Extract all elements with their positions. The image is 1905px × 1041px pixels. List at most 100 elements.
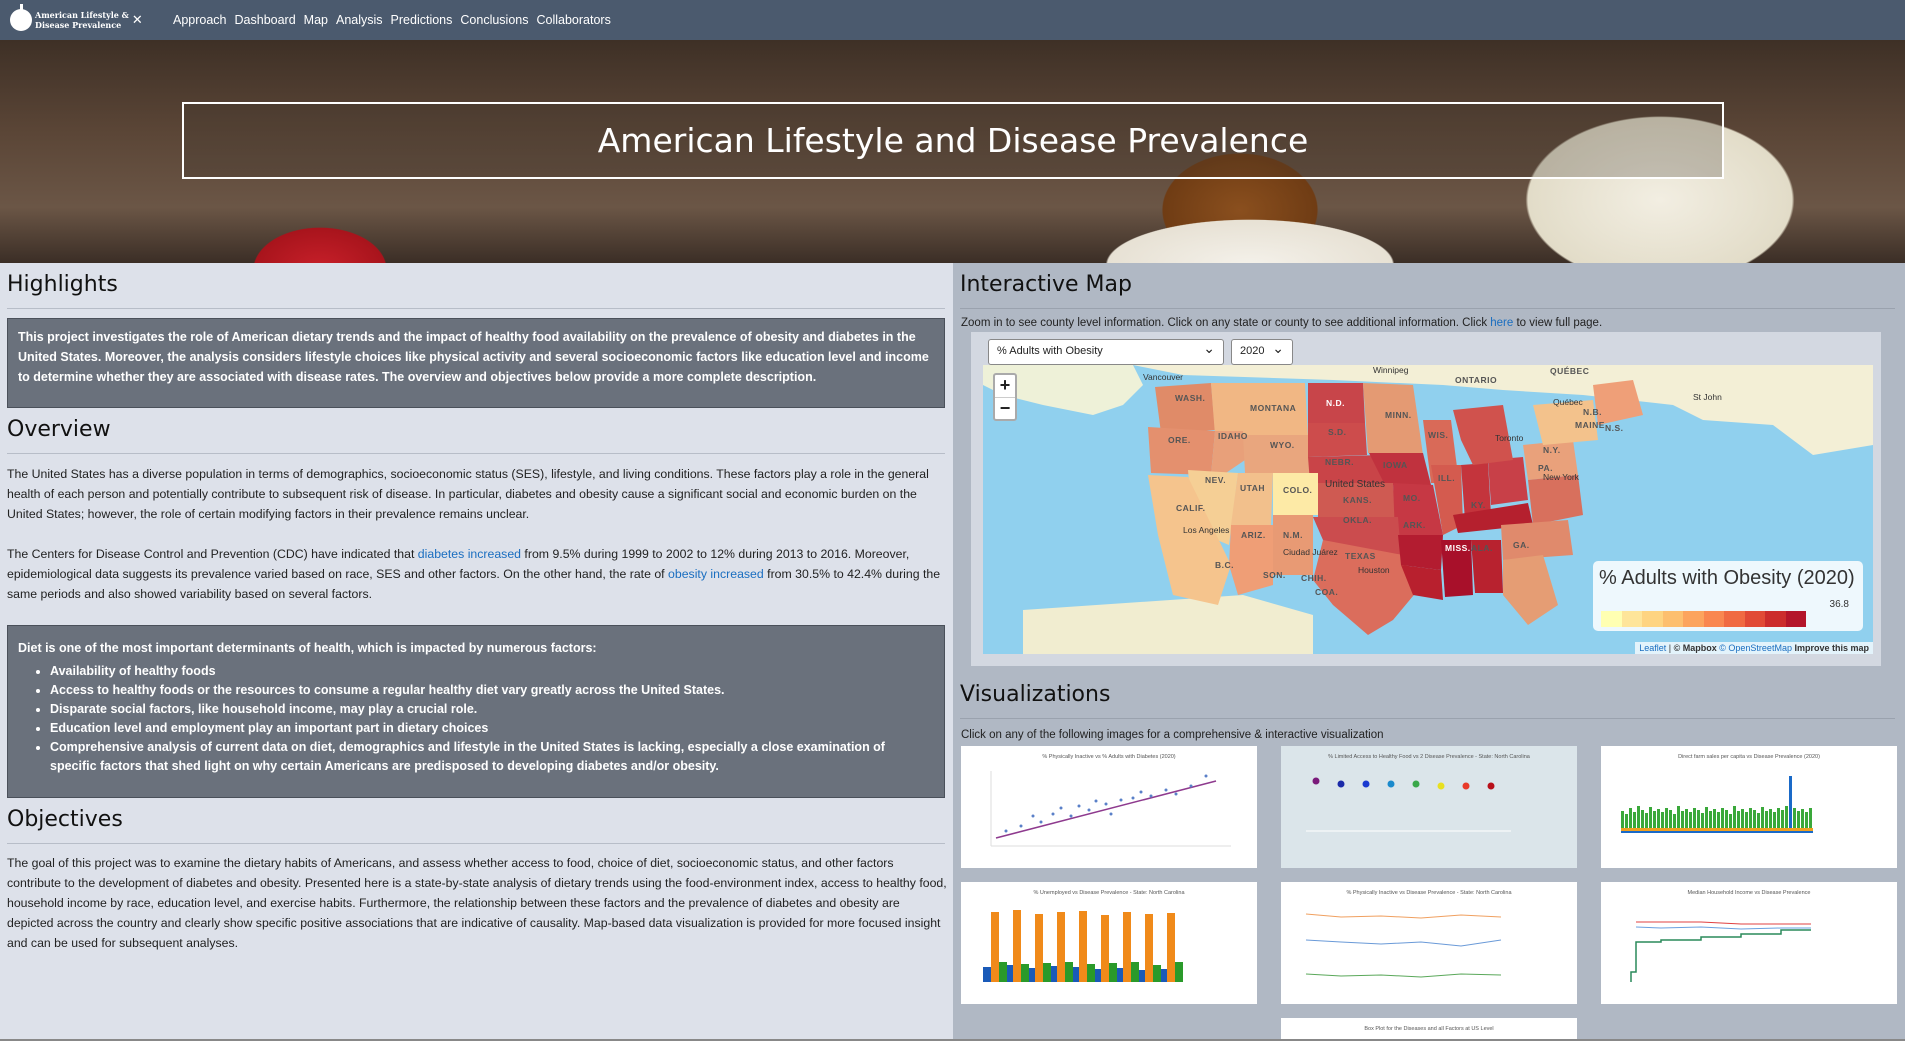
map-attribution: Leaflet | © Mapbox © OpenStreetMap Impro… bbox=[1635, 642, 1873, 654]
dot-thumb bbox=[1306, 777, 1511, 832]
diet-item: Disparate social factors, like household… bbox=[50, 700, 934, 719]
legend-color-scale bbox=[1601, 611, 1806, 627]
divider bbox=[7, 308, 945, 309]
legend-swatch bbox=[1703, 611, 1724, 627]
metric-select-value: % Adults with Obesity bbox=[997, 345, 1103, 357]
utensils-icon: ✕ bbox=[131, 12, 143, 27]
map-label: IDAHO bbox=[1218, 431, 1248, 441]
nav-dashboard[interactable]: Dashboard bbox=[235, 13, 296, 27]
zoom-out-button[interactable]: − bbox=[995, 397, 1015, 419]
highlights-text: This project investigates the role of Am… bbox=[18, 330, 929, 384]
map-city: Winnipeg bbox=[1373, 365, 1409, 375]
overview-heading: Overview bbox=[7, 417, 111, 442]
divider bbox=[960, 718, 1895, 719]
map-label: MINN. bbox=[1385, 410, 1412, 420]
viz-thumb-inactive-prevalence[interactable]: % Physically Inactive vs Disease Prevale… bbox=[1281, 882, 1577, 1004]
year-select-value: 2020 bbox=[1240, 345, 1265, 357]
map-label: UTAH bbox=[1240, 483, 1265, 493]
brand-line-1: American Lifestyle & bbox=[35, 10, 129, 20]
diet-item: Access to healthy foods or the resources… bbox=[50, 681, 934, 700]
brand-logo[interactable]: American Lifestyle & Disease Prevalence … bbox=[10, 4, 160, 35]
diet-list: Availability of healthy foods Access to … bbox=[50, 662, 934, 776]
nav-approach[interactable]: Approach bbox=[173, 13, 227, 27]
step-thumb bbox=[1630, 921, 1811, 982]
state-nc-sc[interactable] bbox=[1501, 520, 1573, 560]
map-city: Houston bbox=[1358, 565, 1390, 575]
zoom-control: + − bbox=[993, 373, 1017, 421]
nav-analysis[interactable]: Analysis bbox=[336, 13, 383, 27]
map-label: WIS. bbox=[1428, 430, 1449, 440]
state-utah[interactable] bbox=[1231, 473, 1273, 525]
overview-text: The Centers for Disease Control and Prev… bbox=[7, 547, 418, 561]
state-va[interactable] bbox=[1528, 475, 1583, 525]
nav-predictions[interactable]: Predictions bbox=[391, 13, 453, 27]
state-ohio[interactable] bbox=[1488, 457, 1528, 505]
map-label: ARIZ. bbox=[1241, 530, 1266, 540]
map-legend: % Adults with Obesity (2020) 36.8 bbox=[1593, 561, 1863, 631]
state-ark[interactable] bbox=[1398, 535, 1443, 570]
nav-conclusions[interactable]: Conclusions bbox=[460, 13, 528, 27]
nav-collaborators[interactable]: Collaborators bbox=[536, 13, 610, 27]
improve-map-link[interactable]: Improve this map bbox=[1794, 643, 1869, 653]
legend-swatch bbox=[1724, 611, 1745, 627]
overview-paragraph-1: The United States has a diverse populati… bbox=[7, 467, 929, 521]
map-instructions-text: to view full page. bbox=[1513, 317, 1603, 329]
legend-max: 36.8 bbox=[1829, 599, 1849, 610]
state-ga-fla[interactable] bbox=[1503, 555, 1558, 625]
year-select[interactable]: 2020 bbox=[1231, 339, 1293, 365]
zoom-in-button[interactable]: + bbox=[995, 375, 1015, 397]
viz-thumb-farm-sales[interactable]: Direct farm sales per capita vs Disease … bbox=[1601, 746, 1897, 868]
diet-heading: Diet is one of the most important determ… bbox=[18, 641, 597, 655]
legend-swatch bbox=[1785, 611, 1806, 627]
obesity-increased-link[interactable]: obesity increased bbox=[668, 567, 764, 581]
map-label: KY. bbox=[1471, 500, 1486, 510]
metric-select[interactable]: % Adults with Obesity bbox=[988, 339, 1224, 365]
map-instructions: Zoom in to see county level information.… bbox=[961, 313, 1891, 333]
map-label: NEBR. bbox=[1325, 457, 1354, 467]
map-label: QUÉBEC bbox=[1550, 366, 1590, 376]
left-column: Highlights This project investigates the… bbox=[0, 263, 953, 1041]
choropleth-map[interactable]: WASH. MONTANA N.D. MINN. ORE. IDAHO WYO.… bbox=[983, 365, 1873, 654]
viz-thumb-inactive-diabetes[interactable]: % Physically Inactive vs % Adults with D… bbox=[961, 746, 1257, 868]
state-nm[interactable] bbox=[1273, 515, 1313, 575]
map-label: S.D. bbox=[1328, 427, 1347, 437]
mapbox-credit[interactable]: © Mapbox bbox=[1674, 643, 1717, 653]
map-label: N.B. bbox=[1583, 407, 1602, 417]
map-label: WYO. bbox=[1270, 440, 1295, 450]
map-label: MAINE bbox=[1575, 420, 1605, 430]
overview-paragraph-2: The Centers for Disease Control and Prev… bbox=[7, 544, 947, 604]
legend-swatch bbox=[1683, 611, 1704, 627]
visualizations-subtitle: Click on any of the following images for… bbox=[961, 729, 1384, 741]
divider bbox=[7, 453, 945, 454]
objectives-heading: Objectives bbox=[7, 807, 123, 832]
map-city: Vancouver bbox=[1143, 372, 1184, 382]
full-page-link[interactable]: here bbox=[1490, 317, 1513, 329]
nav-map[interactable]: Map bbox=[304, 13, 328, 27]
map-label: KANS. bbox=[1343, 495, 1372, 505]
map-label: IOWA bbox=[1383, 460, 1408, 470]
diabetes-increased-link[interactable]: diabetes increased bbox=[418, 547, 521, 561]
brand-text: American Lifestyle & Disease Prevalence bbox=[35, 10, 129, 30]
viz-thumb-box-plot[interactable]: Box Plot for the Diseases and all Factor… bbox=[1281, 1018, 1577, 1041]
diet-item: Comprehensive analysis of current data o… bbox=[50, 738, 934, 776]
state-wash[interactable] bbox=[1155, 383, 1215, 433]
map-label: ONTARIO bbox=[1455, 375, 1498, 385]
viz-thumb-household-income[interactable]: Median Household Income vs Disease Preva… bbox=[1601, 882, 1897, 1004]
map-label: OKLA. bbox=[1343, 515, 1372, 525]
legend-swatch bbox=[1662, 611, 1683, 627]
legend-title: % Adults with Obesity (2020) bbox=[1599, 567, 1855, 589]
viz-thumb-title: Box Plot for the Diseases and all Factor… bbox=[1364, 1026, 1494, 1032]
leaflet-link[interactable]: Leaflet bbox=[1639, 643, 1666, 653]
objectives-paragraph: The goal of this project was to examine … bbox=[7, 856, 947, 950]
osm-link[interactable]: © OpenStreetMap bbox=[1719, 643, 1792, 653]
map-label: ARK. bbox=[1403, 520, 1426, 530]
viz-thumb-limited-access[interactable]: % Limited Access to Healthy Food vs 2 Di… bbox=[1281, 746, 1577, 868]
diet-item: Education level and employment play an i… bbox=[50, 719, 934, 738]
stacked-bar-thumb bbox=[1621, 776, 1813, 833]
mexico-land bbox=[1023, 595, 1313, 654]
map-label: N.Y. bbox=[1543, 445, 1561, 455]
legend-swatch bbox=[1621, 611, 1642, 627]
viz-thumb-unemployed[interactable]: % Unemployed vs Disease Prevalence - Sta… bbox=[961, 882, 1257, 1004]
divider bbox=[960, 308, 1895, 309]
diet-item: Availability of healthy foods bbox=[50, 662, 934, 681]
